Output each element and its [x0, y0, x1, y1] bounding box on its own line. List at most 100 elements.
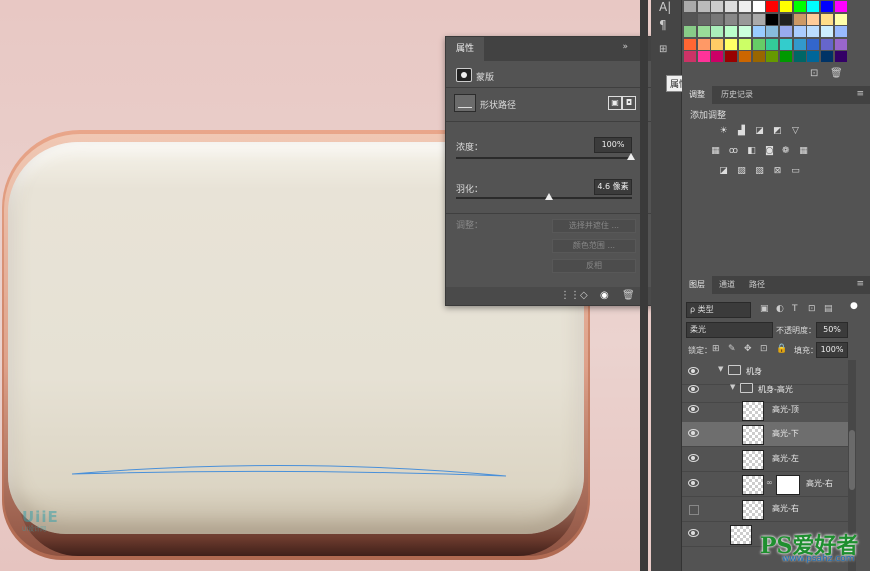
visibility-eye-icon[interactable]	[688, 385, 699, 393]
color-swatch[interactable]	[684, 1, 696, 12]
color-swatch[interactable]	[779, 38, 792, 50]
layer-row[interactable]: ∞ 高光-右	[682, 472, 848, 497]
color-swatch[interactable]	[793, 26, 806, 37]
color-swatch[interactable]	[697, 51, 710, 62]
color-swatch[interactable]	[821, 26, 833, 37]
color-swatch[interactable]	[821, 13, 833, 25]
tab-properties[interactable]: 属性	[446, 37, 485, 61]
channel-mixer-icon[interactable]: ❁	[780, 146, 791, 157]
vibrance-icon[interactable]: ▽	[790, 126, 801, 137]
tab-paths[interactable]: 路径	[742, 276, 772, 294]
layer-mask-thumbnail[interactable]	[776, 475, 800, 495]
tab-layers[interactable]: 图层	[682, 276, 712, 294]
lock-all-icon[interactable]: 🔒	[776, 344, 787, 354]
smart-object-filter-icon[interactable]: ▤	[824, 304, 833, 314]
black-white-icon[interactable]: ◧	[746, 146, 757, 157]
color-swatch[interactable]	[807, 38, 820, 50]
color-range-button[interactable]: 颜色范围 ...	[552, 239, 636, 253]
curves-icon[interactable]: ◪	[754, 126, 765, 137]
blend-mode-select[interactable]: 柔光	[686, 322, 773, 338]
load-selection-icon[interactable]: ⋮⋮	[560, 290, 580, 301]
color-swatch[interactable]	[834, 13, 847, 25]
filter-toggle-icon[interactable]: ●	[850, 301, 858, 311]
color-swatch[interactable]	[752, 38, 765, 50]
paragraph-icon[interactable]: ¶	[659, 18, 667, 32]
density-slider[interactable]	[456, 153, 635, 160]
pixel-filter-icon[interactable]: ▣	[760, 304, 769, 314]
color-swatch[interactable]	[697, 38, 710, 50]
color-swatch[interactable]	[738, 51, 751, 62]
visibility-eye-icon[interactable]	[688, 367, 699, 375]
visibility-eye-icon[interactable]	[688, 454, 699, 462]
tab-adjustments[interactable]: 调整	[682, 86, 712, 104]
color-lookup-icon[interactable]: ▦	[798, 146, 809, 157]
color-swatch[interactable]	[766, 38, 779, 50]
opacity-input[interactable]: 50%	[816, 322, 848, 338]
properties-panel-icon[interactable]: ⊞	[659, 44, 667, 55]
lock-image-icon[interactable]: ✎	[728, 344, 736, 354]
density-slider-handle[interactable]	[627, 153, 635, 160]
density-input[interactable]: 100%	[594, 137, 632, 153]
color-swatch[interactable]	[725, 1, 738, 12]
lock-transparent-icon[interactable]: ⊞	[712, 344, 720, 354]
color-swatch[interactable]	[793, 51, 806, 62]
feather-slider[interactable]	[456, 193, 632, 200]
character-icon[interactable]: A|	[659, 0, 671, 14]
feather-slider-handle[interactable]	[544, 193, 553, 200]
color-swatch[interactable]	[684, 51, 696, 62]
visibility-eye-icon[interactable]	[688, 405, 699, 413]
scrollbar-thumb[interactable]	[849, 430, 855, 490]
color-swatch[interactable]	[834, 38, 847, 50]
color-swatch[interactable]	[725, 13, 738, 25]
gradient-map-icon[interactable]: ▭	[790, 166, 801, 177]
type-filter-icon[interactable]: T	[792, 304, 798, 314]
color-swatch[interactable]	[752, 13, 765, 25]
vector-mask-thumbnail[interactable]	[454, 94, 476, 112]
color-swatch[interactable]	[807, 51, 820, 62]
toggle-mask-visibility-icon[interactable]: ◉	[600, 290, 609, 301]
color-swatch[interactable]	[752, 26, 765, 37]
color-balance-icon[interactable]: ꝏ	[728, 146, 739, 157]
color-swatch[interactable]	[779, 51, 792, 62]
color-swatch[interactable]	[807, 26, 820, 37]
color-swatch[interactable]	[766, 51, 779, 62]
color-swatch[interactable]	[779, 13, 792, 25]
tab-channels[interactable]: 通道	[712, 276, 742, 294]
expand-arrow-icon[interactable]: ▼	[730, 383, 735, 391]
color-swatch[interactable]	[766, 13, 779, 25]
color-swatch[interactable]	[834, 26, 847, 37]
delete-swatch-icon[interactable]: 🗑	[830, 68, 843, 79]
feather-input[interactable]: 4.6 像素	[594, 179, 632, 195]
tab-history[interactable]: 历史记录	[714, 86, 760, 104]
selective-color-icon[interactable]: ⊠	[772, 166, 783, 177]
selected-highlight-path[interactable]	[70, 462, 510, 482]
layer-row[interactable]: 高光-顶	[682, 398, 848, 423]
layer-row[interactable]: 高光-右	[682, 497, 848, 522]
adjustment-filter-icon[interactable]: ◐	[776, 304, 784, 314]
color-swatch[interactable]	[725, 51, 738, 62]
color-swatch[interactable]	[711, 51, 724, 62]
color-swatch[interactable]	[779, 1, 792, 12]
collapse-icon[interactable]: »	[622, 42, 628, 52]
color-swatch[interactable]	[766, 1, 779, 12]
swatches-grid[interactable]	[683, 0, 849, 64]
add-pixel-mask-icon[interactable]: ▣	[608, 96, 622, 110]
color-swatch[interactable]	[738, 13, 751, 25]
color-swatch[interactable]	[807, 13, 820, 25]
lock-position-icon[interactable]: ✥	[744, 344, 752, 354]
select-and-mask-button[interactable]: 选择并遮住 ...	[552, 219, 636, 233]
expand-arrow-icon[interactable]: ▼	[718, 365, 723, 373]
new-swatch-icon[interactable]: ⊡	[810, 68, 818, 79]
color-swatch[interactable]	[779, 26, 792, 37]
color-swatch[interactable]	[738, 38, 751, 50]
panel-menu-icon[interactable]: ≡	[856, 279, 864, 289]
color-swatch[interactable]	[697, 26, 710, 37]
add-vector-mask-icon[interactable]: ◘	[622, 96, 636, 110]
lock-artboard-icon[interactable]: ⊡	[760, 344, 768, 354]
color-swatch[interactable]	[684, 13, 696, 25]
color-swatch[interactable]	[711, 38, 724, 50]
color-swatch[interactable]	[738, 26, 751, 37]
visibility-eye-icon[interactable]	[688, 429, 699, 437]
layer-filter-select[interactable]: ρ 类型	[686, 302, 751, 318]
color-swatch[interactable]	[738, 1, 751, 12]
